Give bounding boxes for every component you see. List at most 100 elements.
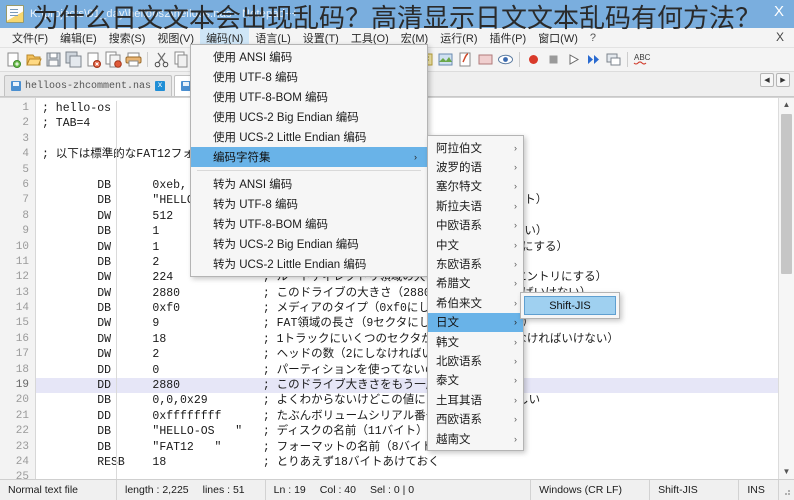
cut-icon[interactable] bbox=[152, 50, 171, 69]
play-macro-icon[interactable] bbox=[564, 50, 583, 69]
status-eol-format[interactable]: Windows (CR LF) bbox=[531, 480, 651, 500]
charset-menu-item-15[interactable]: 越南文 › bbox=[428, 429, 523, 448]
encoding-menu-item-2[interactable]: 使用 UTF-8-BOM 编码 bbox=[191, 87, 427, 107]
code-line[interactable]: DD 0xffffffff ; たぶんボリュームシリアル番号 bbox=[36, 409, 779, 424]
charset-menu-item-1[interactable]: 波罗的语 › bbox=[428, 157, 523, 176]
tab-prev-button[interactable]: ◀ bbox=[760, 73, 774, 87]
charset-menu-item-10[interactable]: 韩文 › bbox=[428, 332, 523, 351]
encoding-dropdown-menu[interactable]: 使用 ANSI 编码 使用 UTF-8 编码 使用 UTF-8-BOM 编码 使用 U… bbox=[190, 44, 428, 277]
menu-item-label: 转为 UTF-8-BOM 编码 bbox=[213, 219, 328, 231]
charset-menu-item-3[interactable]: 斯拉夫语 › bbox=[428, 196, 523, 215]
code-line[interactable]: DB "HELLO-OS " ; ディスクの名前（11バイト） bbox=[36, 424, 779, 439]
encoding-menu-item-0[interactable]: 使用 ANSI 编码 bbox=[191, 47, 427, 67]
window-close-button[interactable]: X bbox=[774, 3, 784, 21]
code-line[interactable]: DD 2880 ; このドライブ大きさをもう一度書く bbox=[36, 378, 779, 394]
line-number: 11 bbox=[15, 255, 29, 268]
code-line[interactable]: DD 0 ; パーティションを使ってないのでここは必ず0 bbox=[36, 363, 779, 378]
charset-menu-item-8[interactable]: 希伯来文 › bbox=[428, 293, 523, 312]
charset-menu-item-14[interactable]: 西欧语系 › bbox=[428, 409, 523, 428]
submenu-chevron-icon: › bbox=[514, 394, 517, 405]
encoding-menu-item-7[interactable]: 转为 ANSI 编码 bbox=[191, 174, 427, 194]
preview-eye-icon[interactable] bbox=[496, 50, 515, 69]
close-file-icon[interactable] bbox=[84, 50, 103, 69]
status-sel: Sel : 0 | 0 bbox=[369, 484, 415, 496]
submenu-chevron-icon: › bbox=[514, 336, 517, 347]
code-line[interactable]: DW 9 ; FAT領域の長さ（9セクタにしなければいけない） bbox=[36, 316, 779, 331]
charset-menu-item-7[interactable]: 希腊文 › bbox=[428, 274, 523, 293]
charset-menu-item-2[interactable]: 塞尔特文 › bbox=[428, 177, 523, 196]
charset-menu-item-0[interactable]: 阿拉伯文 › bbox=[428, 138, 523, 157]
line-number: 25 bbox=[15, 471, 29, 479]
code-line[interactable]: RESB 18 ; とりあえず18バイトあけておく bbox=[36, 455, 779, 470]
charset-menu-item-9[interactable]: 日文 › bbox=[428, 312, 523, 332]
menu-item-window[interactable]: 窗口(W) bbox=[532, 28, 584, 48]
encoding-menu-item-8[interactable]: 转为 UTF-8 编码 bbox=[191, 194, 427, 214]
code-line[interactable]: DW 2 ; ヘッドの数（2にしなければいけない） bbox=[36, 347, 779, 362]
save-macro-icon[interactable] bbox=[604, 50, 623, 69]
stop-macro-icon[interactable] bbox=[544, 50, 563, 69]
code-line[interactable]: DW 2880 ; このドライブの大きさ（2880セクタにしなければいけない） bbox=[36, 286, 779, 301]
encoding-menu-item-4[interactable]: 使用 UCS-2 Little Endian 编码 bbox=[191, 127, 427, 147]
charset-menu-item-12[interactable]: 泰文 › bbox=[428, 371, 523, 390]
menu-item-label: 中文 bbox=[436, 239, 459, 252]
charset-menu-item-4[interactable]: 中欧语系 › bbox=[428, 216, 523, 235]
copy-icon[interactable] bbox=[172, 50, 191, 69]
encoding-menu-item-5[interactable]: 编码字符集 › bbox=[191, 147, 427, 167]
code-line[interactable]: DB 0xf0 ; メディアのタイプ（0xf0にしなければいけない） bbox=[36, 301, 779, 316]
spell-check-icon[interactable]: ABC bbox=[632, 50, 651, 69]
charset-menu-item-11[interactable]: 北欧语系 › bbox=[428, 351, 523, 370]
encoding-menu-item-3[interactable]: 使用 UCS-2 Big Endian 编码 bbox=[191, 107, 427, 127]
tab-close-icon[interactable]: x bbox=[155, 81, 166, 91]
status-insert-mode[interactable]: INS bbox=[739, 480, 780, 500]
save-all-icon[interactable] bbox=[64, 50, 83, 69]
code-line[interactable] bbox=[36, 470, 779, 479]
scroll-down-arrow[interactable]: ▼ bbox=[779, 465, 794, 479]
status-encoding[interactable]: Shift-JIS bbox=[650, 480, 740, 500]
menu-item-edit[interactable]: 编辑(E) bbox=[54, 28, 103, 48]
doc-map-icon[interactable] bbox=[476, 50, 495, 69]
record-macro-icon[interactable] bbox=[524, 50, 543, 69]
encoding-menu-item-9[interactable]: 转为 UTF-8-BOM 编码 bbox=[191, 214, 427, 234]
fast-play-macro-icon[interactable] bbox=[584, 50, 603, 69]
scrollbar-thumb[interactable] bbox=[781, 114, 792, 274]
menu-item-run[interactable]: 运行(R) bbox=[434, 28, 483, 48]
menu-item-search[interactable]: 搜索(S) bbox=[103, 28, 152, 48]
menu-item-plugins[interactable]: 插件(P) bbox=[484, 28, 533, 48]
resize-grip-icon[interactable] bbox=[779, 484, 791, 496]
submenu-chevron-icon: › bbox=[514, 278, 517, 289]
encoding-menu-item-10[interactable]: 转为 UCS-2 Big Endian 编码 bbox=[191, 234, 427, 254]
print-icon[interactable] bbox=[124, 50, 143, 69]
code-line[interactable]: DW 18 ; 1トラックにいくつのセクタがあるか（18にしなければいけない） bbox=[36, 332, 779, 347]
toolbar-separator bbox=[516, 50, 523, 69]
line-number: 18 bbox=[15, 363, 29, 376]
line-number: 7 bbox=[22, 194, 29, 207]
charset-menu-item-5[interactable]: 中文 › bbox=[428, 235, 523, 254]
charset-menu-item-13[interactable]: 土耳其语 › bbox=[428, 390, 523, 409]
encoding-menu-item-11[interactable]: 转为 UCS-2 Little Endian 编码 bbox=[191, 254, 427, 274]
close-all-icon[interactable] bbox=[104, 50, 123, 69]
function-list-icon[interactable] bbox=[456, 50, 475, 69]
menu-item-file[interactable]: 文件(F) bbox=[6, 28, 54, 48]
new-file-icon[interactable] bbox=[4, 50, 23, 69]
japanese-charset-submenu[interactable]: Shift-JIS bbox=[520, 292, 620, 319]
document-close-button[interactable]: X bbox=[776, 30, 784, 44]
status-lines: lines : 51 bbox=[202, 484, 245, 496]
code-line[interactable]: DB 0,0,0x29 ; よくわからないけどこの値にしておくといいらしい bbox=[36, 393, 779, 408]
charset-menu-item-6[interactable]: 东欧语系 › bbox=[428, 254, 523, 273]
encoding-menu-item-1[interactable]: 使用 UTF-8 编码 bbox=[191, 67, 427, 87]
tab-helloos-zhcomment[interactable]: helloos-zhcomment.nas x bbox=[4, 75, 173, 96]
save-icon[interactable] bbox=[44, 50, 63, 69]
user-language-icon[interactable] bbox=[436, 50, 455, 69]
character-set-submenu[interactable]: 阿拉伯文 › 波罗的语 › 塞尔特文 › 斯拉夫语 › 中欧语系 › 中文 › 东欧语系 › 希腊文 › 希伯来… bbox=[427, 135, 524, 452]
open-folder-icon[interactable] bbox=[24, 50, 43, 69]
tab-next-button[interactable]: ▶ bbox=[776, 73, 790, 87]
scroll-up-arrow[interactable]: ▲ bbox=[779, 98, 794, 112]
code-line[interactable]: DB "FAT12 " ; フォーマットの名前（8バイト） bbox=[36, 440, 779, 455]
menu-item-label: 转为 UCS-2 Big Endian 编码 bbox=[213, 239, 359, 251]
menu-item-help[interactable]: ? bbox=[584, 30, 602, 46]
menu-item-label: 土耳其语 bbox=[436, 394, 482, 407]
vertical-scrollbar[interactable]: ▲ ▼ bbox=[778, 98, 794, 479]
japanese-menu-item-0[interactable]: Shift-JIS bbox=[524, 296, 616, 315]
tab-label: helloos-zhcomment.nas bbox=[25, 80, 152, 92]
status-bar: Normal text file length : 2,225 lines : … bbox=[0, 479, 794, 500]
